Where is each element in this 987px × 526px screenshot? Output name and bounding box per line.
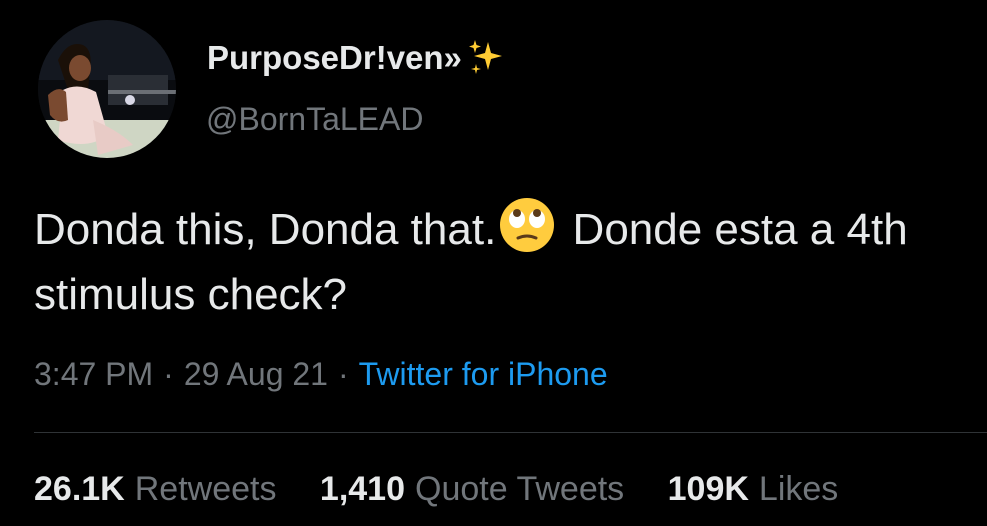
display-name-text: PurposeDr!ven» xyxy=(207,39,462,76)
face-with-rolling-eyes-icon xyxy=(498,196,556,254)
meta-separator: · xyxy=(163,356,174,392)
likes-label: Likes xyxy=(758,470,839,508)
divider xyxy=(34,432,987,433)
tweet-source-link[interactable]: Twitter for iPhone xyxy=(359,356,608,392)
likes-count: 109K xyxy=(667,470,749,508)
tweet-meta: 3:47 PM · 29 Aug 21 · Twitter for iPhone xyxy=(34,356,608,393)
retweets-label: Retweets xyxy=(134,470,277,508)
retweets-count: 26.1K xyxy=(34,470,125,508)
avatar[interactable] xyxy=(38,20,176,158)
quote-tweets-label: Quote Tweets xyxy=(415,470,625,508)
sparkles-icon xyxy=(466,38,506,78)
tweet-date[interactable]: 29 Aug 21 xyxy=(184,356,328,392)
meta-separator: · xyxy=(337,356,349,392)
retweets-stat[interactable]: 26.1K Retweets xyxy=(34,470,276,509)
quote-tweets-count: 1,410 xyxy=(319,470,406,508)
avatar-image xyxy=(38,20,176,158)
engagement-stats: 26.1K Retweets 1,410 Quote Tweets 109K Like… xyxy=(34,470,872,509)
user-handle[interactable]: @BornTaLEAD xyxy=(206,101,423,138)
display-name[interactable]: PurposeDr!ven» xyxy=(207,38,506,78)
tweet-text-part1: Donda this, Donda that. xyxy=(34,205,497,254)
likes-stat[interactable]: 109K Likes xyxy=(668,470,839,509)
tweet-time[interactable]: 3:47 PM xyxy=(34,356,153,392)
quote-tweets-stat[interactable]: 1,410 Quote Tweets xyxy=(320,470,624,509)
tweet-text: Donda this, Donda that. Donde esta a 4th… xyxy=(34,196,974,327)
